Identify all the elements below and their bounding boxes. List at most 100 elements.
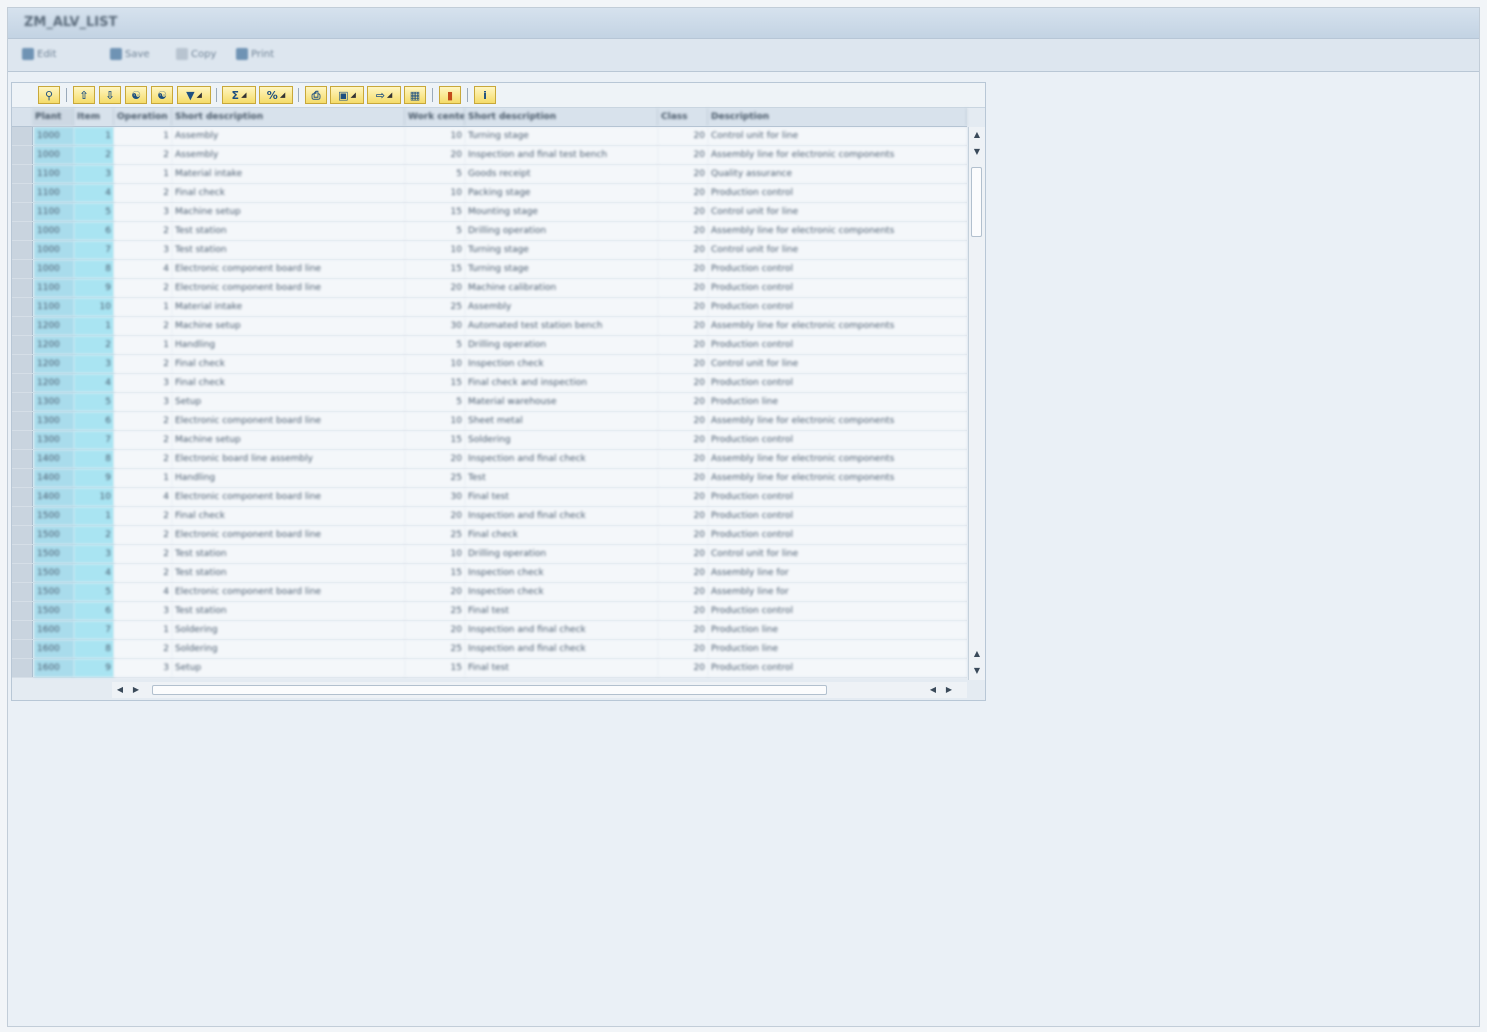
table-row[interactable]: 1300 6 2 Electronic component board line 10 S… xyxy=(12,412,967,431)
cell-plant[interactable]: 1200 xyxy=(34,374,74,392)
cell-short-description-2[interactable]: Final test xyxy=(465,602,658,620)
cell-short-description-1[interactable]: Test station xyxy=(172,545,405,563)
cell-operation[interactable]: 1 xyxy=(114,165,172,183)
scroll-up-icon[interactable]: ▲ xyxy=(970,128,984,142)
cell-operation[interactable]: 1 xyxy=(114,469,172,487)
cell-work-center[interactable]: 20 xyxy=(405,621,465,639)
cell-short-description-1[interactable]: Electronic component board line xyxy=(172,412,405,430)
horizontal-scrollbar[interactable]: ◀ ▶ ◀ ▶ xyxy=(112,682,967,698)
cell-class[interactable]: 20 xyxy=(658,583,708,601)
cell-description[interactable]: Control unit for line xyxy=(708,127,967,145)
cell-description[interactable]: Production control xyxy=(708,374,967,392)
table-row[interactable]: 1200 1 2 Machine setup 30 Automated test stat… xyxy=(12,317,967,336)
scroll-page-down-icon[interactable]: ▼ xyxy=(970,664,984,678)
table-row[interactable]: 1000 2 2 Assembly 20 Inspection and final tes… xyxy=(12,146,967,165)
cell-class[interactable]: 20 xyxy=(658,412,708,430)
cell-short-description-1[interactable]: Final check xyxy=(172,184,405,202)
table-row[interactable]: 1600 9 3 Setup 15 Final test 20 Production cont… xyxy=(12,659,967,678)
cell-short-description-1[interactable]: Machine setup xyxy=(172,203,405,221)
cell-short-description-2[interactable]: Machine calibration xyxy=(465,279,658,297)
cell-class[interactable]: 20 xyxy=(658,393,708,411)
views-button[interactable]: ▣ ◢ xyxy=(330,86,364,104)
row-selector[interactable] xyxy=(12,222,33,240)
cell-plant[interactable]: 1100 xyxy=(34,279,74,297)
row-selector[interactable] xyxy=(12,317,33,335)
cell-work-center[interactable]: 20 xyxy=(405,507,465,525)
row-selector[interactable] xyxy=(12,526,33,544)
cell-short-description-1[interactable]: Soldering xyxy=(172,621,405,639)
cell-short-description-1[interactable]: Electronic component board line xyxy=(172,260,405,278)
cell-description[interactable]: Production control xyxy=(708,298,967,316)
table-row[interactable]: 1500 5 4 Electronic component board line 20 I… xyxy=(12,583,967,602)
cell-description[interactable]: Production control xyxy=(708,488,967,506)
cell-item[interactable]: 2 xyxy=(74,146,114,164)
cell-operation[interactable]: 2 xyxy=(114,184,172,202)
cell-short-description-2[interactable]: Final check xyxy=(465,526,658,544)
find-next-button[interactable]: ☯ xyxy=(151,86,173,104)
cell-item[interactable]: 5 xyxy=(74,393,114,411)
cell-work-center[interactable]: 30 xyxy=(405,488,465,506)
row-selector[interactable] xyxy=(12,412,33,430)
cell-class[interactable]: 20 xyxy=(658,450,708,468)
cell-plant[interactable]: 1600 xyxy=(34,640,74,658)
cell-item[interactable]: 3 xyxy=(74,545,114,563)
cell-short-description-1[interactable]: Final check xyxy=(172,507,405,525)
cell-item[interactable]: 6 xyxy=(74,222,114,240)
cell-operation[interactable]: 2 xyxy=(114,355,172,373)
cell-class[interactable]: 20 xyxy=(658,602,708,620)
cell-work-center[interactable]: 20 xyxy=(405,146,465,164)
table-row[interactable]: 1400 10 4 Electronic component board line 30… xyxy=(12,488,967,507)
cell-short-description-2[interactable]: Assembly xyxy=(465,298,658,316)
row-selector[interactable] xyxy=(12,659,33,677)
cell-work-center[interactable]: 10 xyxy=(405,412,465,430)
cell-item[interactable]: 5 xyxy=(74,583,114,601)
header-item[interactable]: Item xyxy=(74,108,114,126)
row-selector[interactable] xyxy=(12,602,33,620)
cell-item[interactable]: 6 xyxy=(74,602,114,620)
cell-description[interactable]: Assembly line for electronic components xyxy=(708,317,967,335)
cell-operation[interactable]: 4 xyxy=(114,260,172,278)
cell-class[interactable]: 20 xyxy=(658,317,708,335)
cell-plant[interactable]: 1100 xyxy=(34,184,74,202)
cell-short-description-2[interactable]: Sheet metal xyxy=(465,412,658,430)
cell-class[interactable]: 20 xyxy=(658,621,708,639)
cell-operation[interactable]: 2 xyxy=(114,526,172,544)
cell-work-center[interactable]: 10 xyxy=(405,241,465,259)
cell-operation[interactable]: 3 xyxy=(114,241,172,259)
cell-short-description-2[interactable]: Packing stage xyxy=(465,184,658,202)
cell-short-description-1[interactable]: Test station xyxy=(172,222,405,240)
cell-class[interactable]: 20 xyxy=(658,279,708,297)
row-selector[interactable] xyxy=(12,583,33,601)
cell-work-center[interactable]: 5 xyxy=(405,165,465,183)
header-plant[interactable]: Plant xyxy=(32,108,74,126)
cell-short-description-2[interactable]: Automated test station bench xyxy=(465,317,658,335)
cell-item[interactable]: 9 xyxy=(74,279,114,297)
cell-class[interactable]: 20 xyxy=(658,184,708,202)
cell-class[interactable]: 20 xyxy=(658,469,708,487)
cell-short-description-2[interactable]: Turning stage xyxy=(465,260,658,278)
cell-description[interactable]: Production line xyxy=(708,640,967,658)
cell-short-description-2[interactable]: Soldering xyxy=(465,431,658,449)
cell-plant[interactable]: 1400 xyxy=(34,469,74,487)
cell-short-description-1[interactable]: Electronic component board line xyxy=(172,279,405,297)
cell-operation[interactable]: 1 xyxy=(114,298,172,316)
cell-operation[interactable]: 1 xyxy=(114,127,172,145)
cell-item[interactable]: 9 xyxy=(74,659,114,677)
row-selector[interactable] xyxy=(12,488,33,506)
cell-item[interactable]: 9 xyxy=(74,469,114,487)
table-row[interactable]: 1100 4 2 Final check 10 Packing stage 20 Produc… xyxy=(12,184,967,203)
cell-operation[interactable]: 2 xyxy=(114,412,172,430)
header-short-description-2[interactable]: Short description xyxy=(465,108,658,126)
cell-work-center[interactable]: 30 xyxy=(405,317,465,335)
cell-short-description-2[interactable]: Mounting stage xyxy=(465,203,658,221)
cell-work-center[interactable]: 10 xyxy=(405,184,465,202)
cell-short-description-2[interactable]: Test xyxy=(465,469,658,487)
cell-short-description-1[interactable]: Handling xyxy=(172,469,405,487)
cell-plant[interactable]: 1500 xyxy=(34,602,74,620)
table-row[interactable]: 1100 3 1 Material intake 5 Goods receipt 20 Qua… xyxy=(12,165,967,184)
cell-operation[interactable]: 3 xyxy=(114,203,172,221)
table-row[interactable]: 1600 7 1 Soldering 20 Inspection and final ch… xyxy=(12,621,967,640)
row-selector[interactable] xyxy=(12,203,33,221)
table-row[interactable]: 1000 1 1 Assembly 10 Turning stage 20 Control u… xyxy=(12,127,967,146)
cell-class[interactable]: 20 xyxy=(658,355,708,373)
